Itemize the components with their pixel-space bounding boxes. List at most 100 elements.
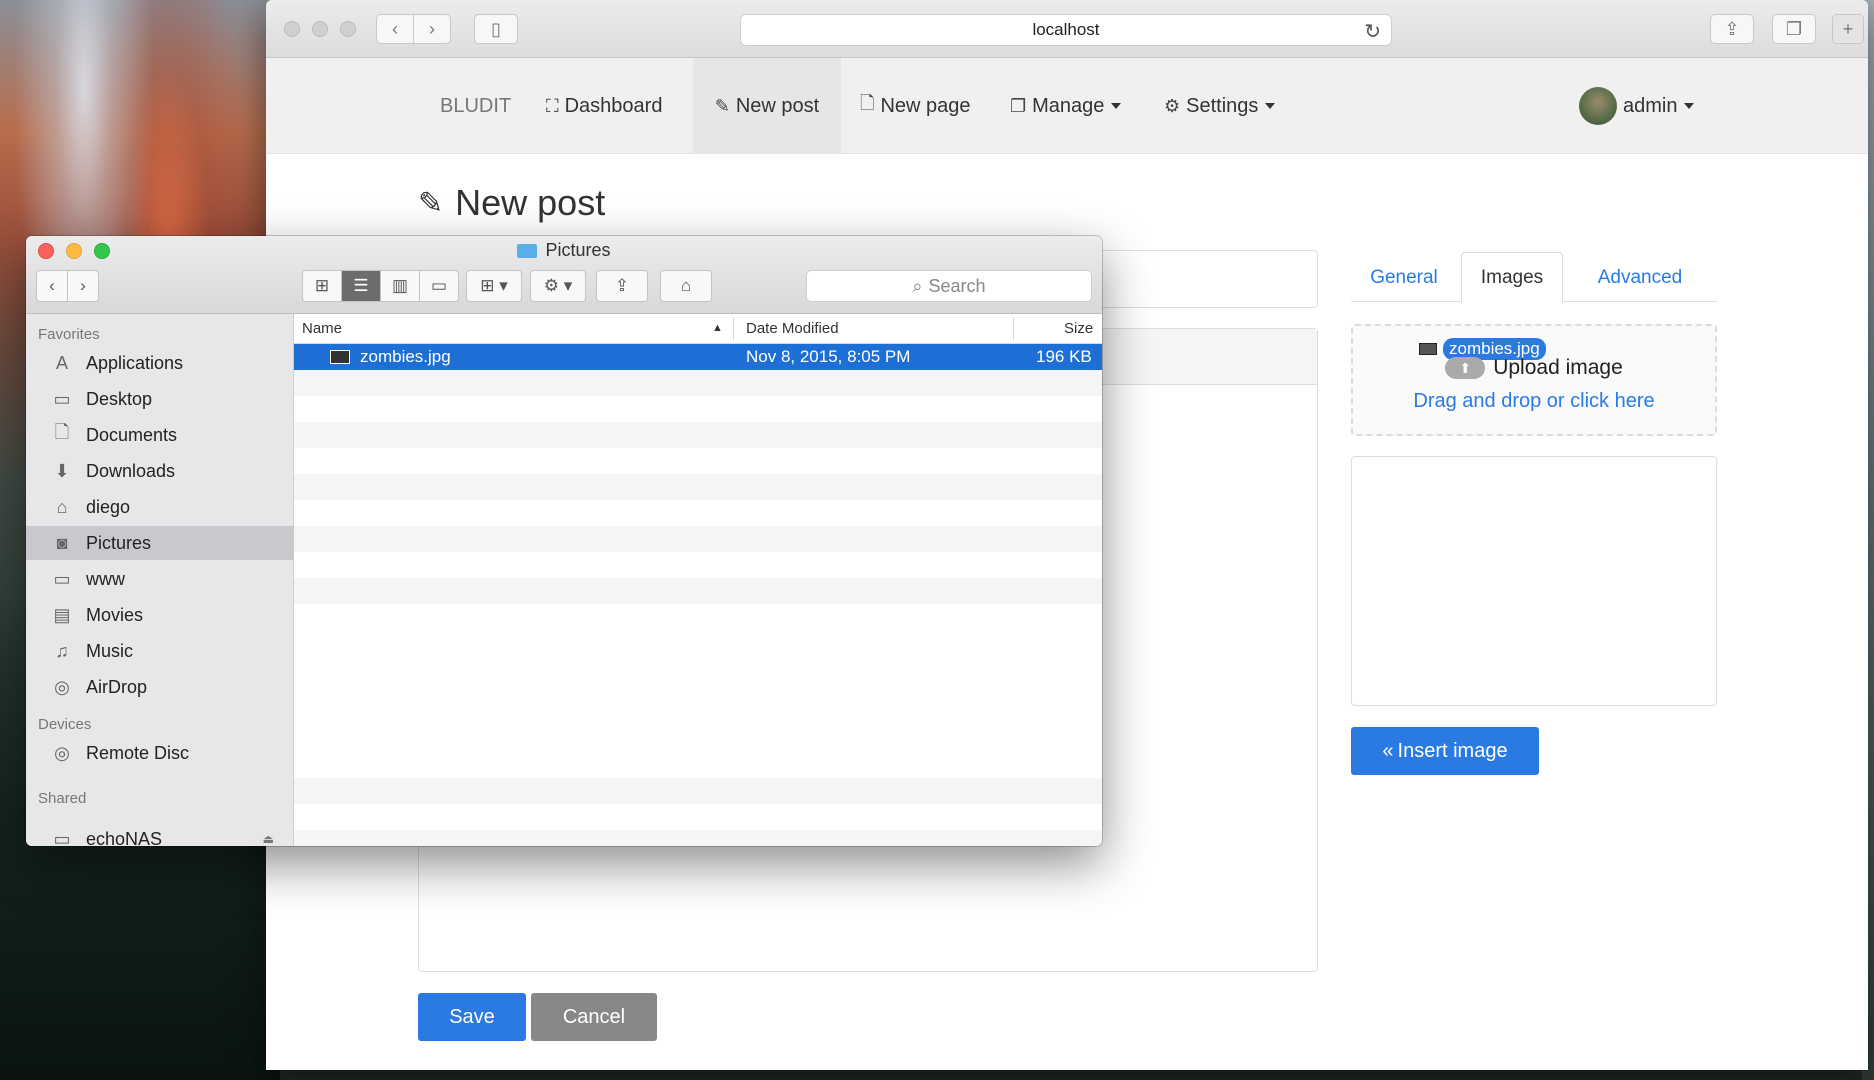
airdrop-icon: ◎ — [54, 676, 70, 697]
sidebar-item-label: Remote Disc — [86, 742, 190, 763]
finder-forward-button[interactable]: › — [67, 270, 99, 302]
cancel-button[interactable]: Cancel — [531, 993, 657, 1041]
sidebar-heading-shared: Shared — [38, 790, 87, 807]
nav-user-menu[interactable]: admin — [1579, 58, 1695, 154]
empty-row — [294, 500, 1102, 526]
column-divider — [733, 318, 734, 340]
finder-share-button[interactable]: ⇪ — [596, 270, 648, 302]
nav-settings[interactable]: ⚙ Settings — [1164, 58, 1276, 154]
image-dropzone[interactable]: zombies.jpg ⬆ Upload image Drag and drop… — [1351, 324, 1717, 436]
cover-flow-icon: ▭ — [430, 276, 448, 295]
uploaded-images-list[interactable] — [1351, 456, 1717, 706]
drag-drop-link[interactable]: Drag and drop or click here — [1353, 390, 1715, 413]
sidebar-toggle-button[interactable]: ▯ — [474, 14, 518, 44]
sidebar-item-label: Applications — [86, 352, 184, 373]
nav-manage[interactable]: ❐ Manage — [1010, 58, 1122, 154]
icon-view-button[interactable]: ⊞ — [302, 270, 342, 302]
sidebar-item-movies[interactable]: ▤ Movies — [26, 598, 294, 632]
chevron-right-icon: › — [429, 18, 435, 39]
folder-icon — [517, 243, 538, 258]
documents-icon: 🗋 — [54, 422, 70, 442]
sort-ascending-icon: ▲ — [712, 322, 723, 334]
sidebar-item-desktop[interactable]: ▭ Desktop — [26, 382, 294, 416]
columns-icon: ▥ — [391, 276, 409, 295]
nav-settings-label: Settings — [1186, 94, 1259, 117]
address-bar[interactable]: localhost ↻ — [740, 14, 1392, 46]
sidebar-item-remote-disc[interactable]: ◎ Remote Disc — [26, 736, 294, 770]
share-icon: ⇪ — [1724, 18, 1740, 39]
sidebar-item-downloads[interactable]: ⬇ Downloads — [26, 454, 294, 488]
nav-dashboard[interactable]: ⛶ Dashboard — [546, 58, 662, 154]
empty-row — [294, 526, 1102, 552]
file-row[interactable]: zombies.jpg Nov 8, 2015, 8:05 PM 196 KB — [294, 344, 1102, 370]
sidebar-item-www[interactable]: ▭ www — [26, 562, 294, 596]
tab-general[interactable]: General — [1351, 252, 1457, 303]
column-header-size[interactable]: Size — [1064, 320, 1093, 337]
tag-icon: ⌂ — [680, 276, 692, 295]
sidebar-item-applications[interactable]: A Applications — [26, 346, 294, 380]
zoom-button[interactable] — [340, 21, 356, 37]
reload-icon[interactable]: ↻ — [1364, 19, 1381, 44]
cloud-upload-icon: ⬆ — [1445, 357, 1486, 379]
sidebar-item-echonas[interactable]: ▭ echoNAS ⏏ — [26, 822, 294, 847]
sidebar-heading-devices: Devices — [38, 716, 92, 733]
image-file-icon — [1419, 343, 1437, 355]
dashboard-icon: ⛶ — [546, 95, 559, 116]
empty-row — [294, 552, 1102, 578]
finder-file-list: Name ▲ Date Modified Size zombies.jpg No… — [294, 314, 1102, 846]
column-view-button[interactable]: ▥ — [380, 270, 420, 302]
list-view-button[interactable]: ☰ — [341, 270, 381, 302]
finder-search-field[interactable]: ⌕ Search — [806, 270, 1092, 302]
sidebar-item-pictures[interactable]: ◙ Pictures — [26, 526, 294, 560]
camera-icon: ◙ — [56, 532, 68, 553]
pencil-icon: ✎ — [714, 95, 730, 116]
tab-advanced[interactable]: Advanced — [1563, 252, 1717, 303]
sidebar-item-music[interactable]: ♫ Music — [26, 634, 294, 668]
sidebar-item-documents[interactable]: 🗋 Documents — [26, 418, 294, 452]
plus-icon: + — [1842, 18, 1854, 39]
empty-row — [294, 370, 1102, 396]
sidebar-item-label: AirDrop — [86, 676, 148, 697]
applications-icon: A — [55, 352, 68, 373]
action-button[interactable]: ⚙ ▾ — [530, 270, 586, 302]
column-header-name[interactable]: Name — [302, 320, 342, 337]
insert-image-button[interactable]: «Insert image — [1351, 727, 1539, 775]
nav-new-post[interactable]: ✎ New post — [693, 58, 841, 154]
arrange-icon: ⊞ ▾ — [480, 276, 508, 295]
finder-back-button[interactable]: ‹ — [36, 270, 68, 302]
column-divider — [1013, 318, 1014, 340]
new-tab-button[interactable]: + — [1832, 14, 1864, 44]
empty-row — [294, 830, 1102, 846]
desktop-icon: ▭ — [53, 388, 71, 409]
share-icon: ⇪ — [614, 276, 630, 295]
forward-button[interactable]: › — [413, 14, 451, 44]
share-button[interactable]: ⇪ — [1710, 14, 1754, 44]
cover-flow-button[interactable]: ▭ — [419, 270, 459, 302]
tabs-button[interactable]: ❐ — [1772, 14, 1816, 44]
finder-search-placeholder: Search — [928, 275, 986, 296]
empty-row — [294, 448, 1102, 474]
sidebar-item-home[interactable]: ⌂ diego — [26, 490, 294, 524]
image-file-icon — [330, 350, 350, 364]
column-header-date[interactable]: Date Modified — [746, 320, 839, 337]
nav-new-page[interactable]: 🗋 New page — [860, 58, 971, 154]
minimize-button[interactable] — [312, 21, 328, 37]
file-list-header: Name ▲ Date Modified Size — [294, 314, 1102, 344]
brand-link[interactable]: BLUDIT — [440, 58, 511, 154]
file-size: 196 KB — [1036, 347, 1092, 366]
finder-title-text: Pictures — [545, 240, 611, 260]
page-icon: 🗋 — [860, 93, 875, 113]
tags-button[interactable]: ⌂ — [660, 270, 712, 302]
close-button[interactable] — [284, 21, 300, 37]
sidebar-heading-favorites: Favorites — [38, 326, 100, 343]
save-button[interactable]: Save — [418, 993, 526, 1041]
sidebar-item-label: Movies — [86, 604, 144, 625]
arrange-button[interactable]: ⊞ ▾ — [466, 270, 522, 302]
sidebar-item-airdrop[interactable]: ◎ AirDrop — [26, 670, 294, 704]
empty-row — [294, 578, 1102, 604]
empty-row — [294, 778, 1102, 804]
back-button[interactable]: ‹ — [376, 14, 414, 44]
tab-images[interactable]: Images — [1461, 252, 1563, 303]
empty-row — [294, 396, 1102, 422]
eject-icon[interactable]: ⏏ — [263, 832, 274, 846]
